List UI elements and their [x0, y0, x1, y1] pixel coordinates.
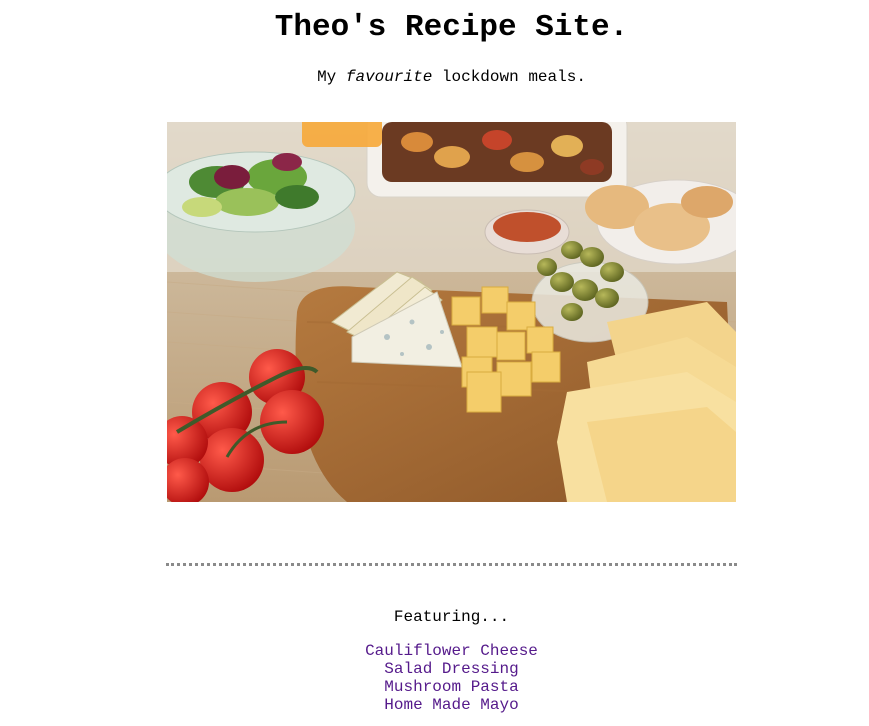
recipe-link-mushroom-pasta[interactable]: Mushroom Pasta [384, 678, 518, 696]
tagline-start: My [317, 68, 346, 86]
recipe-link-cauliflower-cheese[interactable]: Cauliflower Cheese [365, 642, 538, 660]
recipe-link-salad-dressing[interactable]: Salad Dressing [384, 660, 518, 678]
page-title: Theo's Recipe Site. [274, 10, 629, 45]
tagline: My favourite lockdown meals. [0, 68, 869, 86]
recipe-link-home-made-mayo[interactable]: Home Made Mayo [384, 696, 518, 714]
featuring-heading: Featuring... [393, 608, 510, 626]
list-item: Cauliflower Cheese [0, 642, 869, 660]
section-divider [166, 563, 737, 566]
list-item: Home Made Mayo [0, 696, 869, 714]
food-platter-image [167, 122, 736, 502]
hero-image [167, 122, 736, 502]
list-item: Salad Dressing [0, 660, 869, 678]
tagline-end: lockdown meals. [432, 68, 586, 86]
list-item: Mushroom Pasta [0, 678, 869, 696]
tagline-emphasis: favourite [345, 68, 433, 86]
recipe-list: Cauliflower Cheese Salad Dressing Mushro… [0, 642, 869, 714]
